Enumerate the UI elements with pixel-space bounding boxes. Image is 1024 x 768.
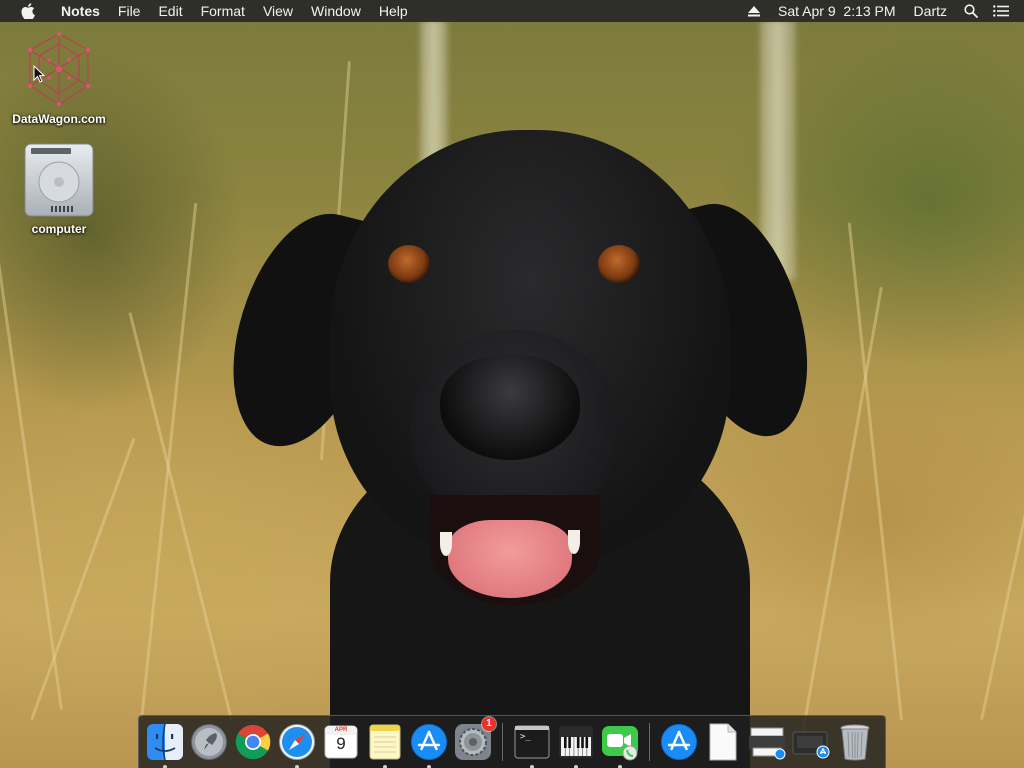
- dock-system-preferences[interactable]: 1: [453, 717, 496, 762]
- terminal-icon: [514, 725, 550, 759]
- piano-icon: [559, 726, 593, 758]
- finder-icon: [147, 723, 183, 761]
- hard-drive-icon: [24, 143, 94, 217]
- dog-left-eye: [388, 245, 430, 283]
- dock-terminal[interactable]: >_: [512, 722, 552, 768]
- dock-piano[interactable]: [556, 722, 596, 768]
- chrome-icon: [235, 724, 271, 760]
- app-store-icon: [411, 724, 447, 760]
- menu-file[interactable]: File: [109, 0, 150, 22]
- menu-format[interactable]: Format: [192, 0, 254, 22]
- dock-app-store[interactable]: [409, 722, 449, 768]
- document-icon: [709, 723, 737, 761]
- calendar-day: 9: [336, 734, 346, 753]
- menu-view[interactable]: View: [254, 0, 302, 22]
- dock: APR 9 1 >_: [138, 715, 886, 768]
- app-store-folder-icon: [661, 724, 697, 760]
- menu-window[interactable]: Window: [302, 0, 370, 22]
- menu-bar-status-area: Sat Apr 9 2:13 PM Dartz: [739, 0, 1024, 22]
- dock-document-stack[interactable]: [703, 722, 743, 762]
- notification-badge: 1: [482, 717, 496, 731]
- desktop-icon-label: DataWagon.com: [12, 112, 106, 126]
- apple-icon: [21, 3, 35, 19]
- terminal-prompt-text: >_: [520, 732, 531, 742]
- notification-center-button[interactable]: [990, 0, 1012, 22]
- spotlight-button[interactable]: [960, 0, 982, 22]
- launchpad-icon: [191, 724, 227, 760]
- dock-separator: [502, 723, 503, 761]
- desktop-icon-label: computer: [31, 222, 87, 236]
- eject-icon: [748, 5, 761, 16]
- menu-bar: Notes File Edit Format View Window Help …: [0, 0, 1024, 22]
- dock-finder[interactable]: [145, 722, 185, 768]
- safari-icon: [279, 724, 315, 760]
- dock-calendar[interactable]: APR 9: [321, 722, 361, 762]
- trash-icon: [840, 724, 870, 761]
- menu-user-name[interactable]: Dartz: [905, 0, 956, 22]
- dog-tongue: [448, 520, 572, 598]
- dock-separator: [649, 723, 650, 761]
- dock-printer[interactable]: [747, 722, 787, 762]
- desktop-icon-datawagon[interactable]: DataWagon.com: [4, 30, 114, 126]
- dock-facetime[interactable]: [600, 722, 640, 768]
- dock-safari[interactable]: [277, 722, 317, 768]
- mouse-cursor-icon: [33, 65, 45, 83]
- notification-center-icon: [993, 5, 1009, 17]
- menu-app-name[interactable]: Notes: [52, 0, 109, 22]
- apple-menu-button[interactable]: [21, 3, 35, 19]
- dog-tooth: [440, 532, 452, 556]
- dock-applications-stack[interactable]: [659, 722, 699, 762]
- printer-icon: [749, 727, 786, 760]
- desktop-icon-computer[interactable]: computer: [4, 142, 114, 236]
- spotlight-search-icon: [964, 4, 978, 18]
- eject-menu-button[interactable]: [743, 0, 765, 22]
- facetime-icon: [602, 726, 638, 761]
- dock-trash[interactable]: [835, 722, 875, 762]
- installer-icon: [792, 731, 830, 759]
- wallpaper-dog: [0, 0, 1024, 768]
- dock-downloads-stack[interactable]: [791, 722, 831, 762]
- calendar-month: APR: [334, 727, 348, 733]
- menu-help[interactable]: Help: [370, 0, 417, 22]
- dock-chrome[interactable]: [233, 722, 273, 762]
- dog-nose: [440, 355, 580, 460]
- dog-right-eye: [598, 245, 640, 283]
- dog-tooth: [568, 530, 580, 554]
- dock-launchpad[interactable]: [189, 722, 229, 762]
- dock-notes[interactable]: [365, 722, 405, 768]
- notes-icon: [369, 724, 401, 760]
- menu-clock[interactable]: Sat Apr 9 2:13 PM: [769, 0, 905, 22]
- menu-edit[interactable]: Edit: [149, 0, 191, 22]
